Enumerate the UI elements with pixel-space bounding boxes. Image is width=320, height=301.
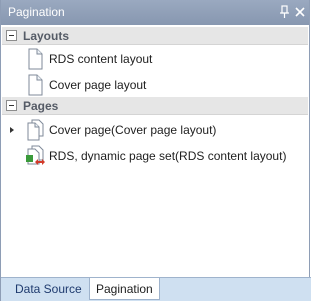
panel-title: Pagination (8, 5, 65, 19)
layout-item-label: Cover page layout (49, 78, 147, 92)
group-label: Layouts (23, 29, 70, 43)
layout-item-label: RDS content layout (49, 52, 153, 66)
layout-item-rds-content[interactable]: RDS content layout (2, 47, 308, 71)
group-header-layouts: Layouts (2, 27, 308, 45)
layout-item-cover-page[interactable]: Cover page layout (2, 73, 308, 97)
collapse-toggle-icon[interactable] (6, 100, 17, 111)
page-item-dynamic-page-set[interactable]: RDS, dynamic page set(RDS content layout… (2, 144, 308, 168)
tab-data-source[interactable]: Data Source (9, 278, 88, 300)
expand-arrow-icon[interactable] (10, 127, 14, 133)
pin-icon[interactable] (278, 4, 292, 20)
dynamic-page-set-icon (25, 145, 45, 167)
page-item-cover-page[interactable]: Cover page(Cover page layout) (2, 118, 308, 142)
tab-pagination[interactable]: Pagination (89, 278, 160, 300)
close-icon[interactable] (293, 4, 307, 20)
pages-stack-icon (25, 119, 45, 141)
group-label: Pages (23, 99, 59, 113)
page-icon (25, 48, 45, 70)
panel-titlebar: Pagination (1, 0, 309, 25)
group-header-pages: Pages (2, 97, 308, 115)
page-icon (25, 74, 45, 96)
collapse-toggle-icon[interactable] (6, 30, 17, 41)
pagination-panel: Pagination Layouts RDS content layout Co… (0, 0, 311, 301)
panel-tabstrip: Data Source Pagination (1, 277, 311, 301)
page-item-label: RDS, dynamic page set(RDS content layout… (49, 149, 287, 163)
page-item-label: Cover page(Cover page layout) (49, 123, 217, 137)
